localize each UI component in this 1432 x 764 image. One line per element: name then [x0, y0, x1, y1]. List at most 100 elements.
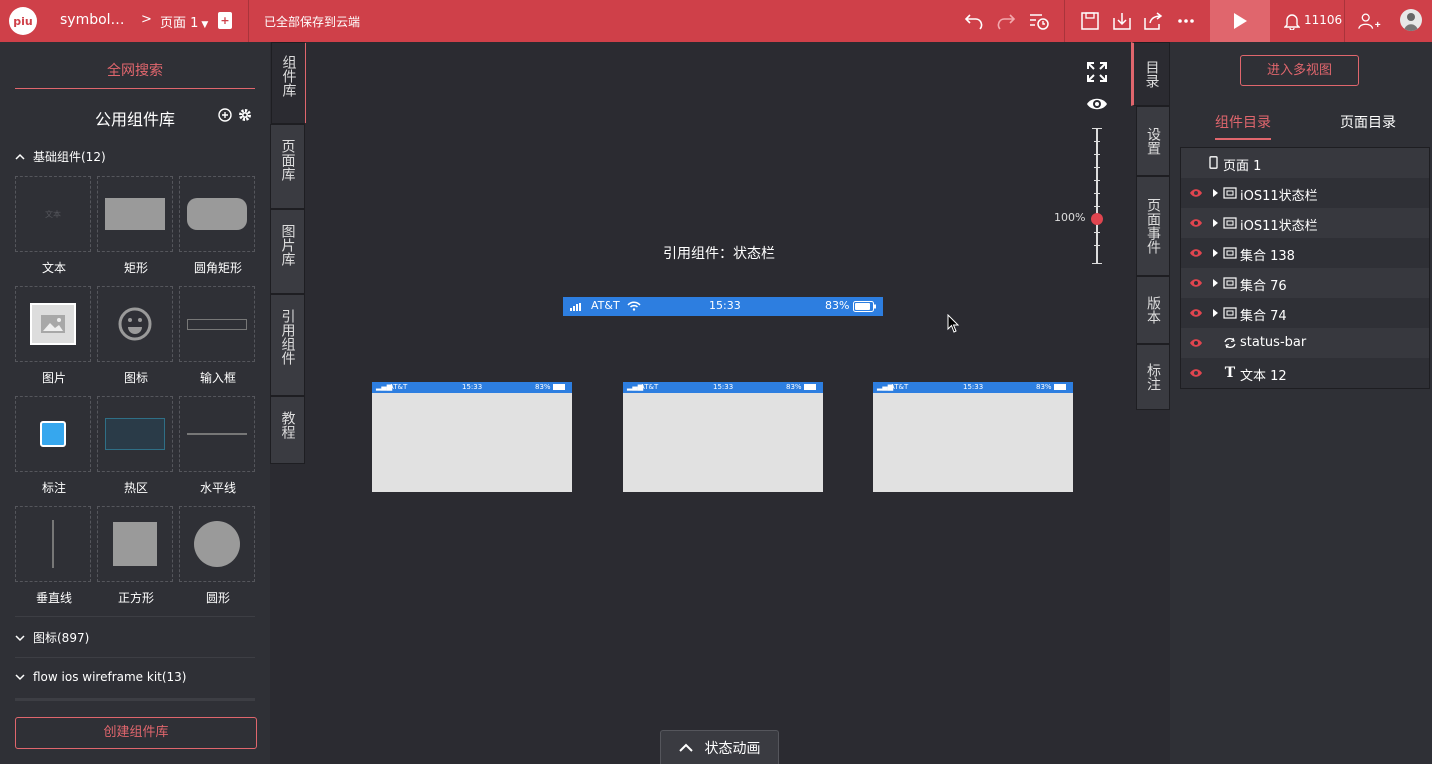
- eye-icon[interactable]: [1189, 308, 1203, 318]
- tab-page-library[interactable]: 页面库: [270, 124, 305, 209]
- smiley-icon: [118, 307, 152, 341]
- tab-component-outline[interactable]: 组件目录: [1215, 112, 1271, 140]
- tab-settings[interactable]: 设置: [1136, 106, 1170, 176]
- square-icon: [113, 522, 157, 566]
- tab-page-events[interactable]: 页面事件: [1136, 176, 1170, 276]
- fullscreen-icon[interactable]: [1087, 62, 1107, 82]
- avatar[interactable]: [1400, 9, 1422, 31]
- tree-row[interactable]: 集合 138: [1181, 238, 1429, 268]
- eye-icon[interactable]: [1086, 96, 1108, 112]
- tree-row[interactable]: iOS11状态栏: [1181, 178, 1429, 208]
- battery-icon: [804, 384, 816, 390]
- eye-icon[interactable]: [1189, 188, 1203, 198]
- tree-label: 集合 76: [1240, 279, 1287, 294]
- chevron-up-icon: [678, 743, 693, 752]
- gear-icon[interactable]: [238, 108, 252, 122]
- tab-ref-components[interactable]: 引用组件: [270, 294, 305, 396]
- multi-view-button[interactable]: 进入多视图: [1240, 55, 1359, 86]
- add-circle-icon[interactable]: [218, 108, 232, 122]
- add-member-icon[interactable]: [1358, 9, 1382, 33]
- scrollbar[interactable]: [15, 698, 255, 701]
- hotspot-icon: [105, 418, 165, 450]
- tab-outline[interactable]: 目录: [1131, 42, 1170, 106]
- component-icon[interactable]: 图标: [97, 286, 173, 385]
- state-frame-2[interactable]: ▂▄▆ AT&T 15:33 83%: [623, 382, 823, 492]
- undo-icon[interactable]: [962, 9, 986, 33]
- status-bar-mini: ▂▄▆ AT&T 15:33 83%: [372, 382, 572, 393]
- tree-row[interactable]: T 文本 12: [1181, 358, 1429, 388]
- component-square[interactable]: 正方形: [97, 506, 173, 605]
- create-library-button[interactable]: 创建组件库: [15, 717, 257, 749]
- eye-icon[interactable]: [1189, 278, 1203, 288]
- app-logo[interactable]: piu: [9, 7, 37, 35]
- tab-tutorial[interactable]: 教程: [270, 396, 305, 464]
- tab-component-library[interactable]: 组件库: [271, 42, 308, 124]
- expand-arrow-icon[interactable]: [1213, 279, 1218, 287]
- state-frame-3[interactable]: ▂▄▆ AT&T 15:33 83%: [873, 382, 1073, 492]
- rect-icon: [105, 198, 165, 230]
- component-image[interactable]: 图片: [15, 286, 91, 385]
- component-hotspot[interactable]: 热区: [97, 396, 173, 495]
- basic-components-section[interactable]: 基础组件(12): [15, 148, 255, 165]
- eye-icon[interactable]: [1189, 218, 1203, 228]
- component-rounded-rect[interactable]: 圆角矩形: [179, 176, 255, 275]
- chevron-down-icon: [15, 674, 25, 681]
- tab-annotations[interactable]: 标注: [1136, 344, 1170, 410]
- share-icon[interactable]: [1142, 9, 1166, 33]
- group-icon: [1223, 187, 1237, 199]
- more-icon[interactable]: [1174, 9, 1198, 33]
- icons-section[interactable]: 图标(897): [15, 629, 255, 646]
- tree-row-page[interactable]: 页面 1: [1181, 148, 1429, 178]
- component-circle[interactable]: 圆形: [179, 506, 255, 605]
- tree-row[interactable]: status-bar: [1181, 328, 1429, 358]
- component-input[interactable]: 输入框: [179, 286, 255, 385]
- tab-image-library[interactable]: 图片库: [270, 209, 305, 294]
- wifi-icon: [627, 301, 641, 311]
- component-vline[interactable]: 垂直线: [15, 506, 91, 605]
- battery-icon: [853, 301, 876, 312]
- status-bar-symbol[interactable]: AT&T 15:33 83%: [563, 297, 883, 316]
- component-rect[interactable]: 矩形: [97, 176, 173, 275]
- project-name[interactable]: symbol…: [60, 12, 125, 28]
- component-text[interactable]: 文本 文本: [15, 176, 91, 275]
- page-selector[interactable]: 页面 1 ▼: [160, 12, 208, 31]
- zoom-tick: [1094, 232, 1100, 233]
- tree-row[interactable]: iOS11状态栏: [1181, 208, 1429, 238]
- component-label: 矩形: [123, 261, 148, 275]
- global-search-tab[interactable]: 全网搜索: [15, 60, 255, 89]
- tree-label: 文本 12: [1240, 369, 1287, 384]
- add-page-icon[interactable]: +: [218, 12, 232, 29]
- download-icon[interactable]: [1110, 9, 1134, 33]
- notification-count[interactable]: 11106: [1304, 13, 1342, 27]
- state-animation-tab[interactable]: 状态动画: [660, 730, 779, 764]
- flow-kit-section[interactable]: flow ios wireframe kit(13): [15, 670, 255, 684]
- save-icon[interactable]: [1078, 9, 1102, 33]
- component-label: 图标: [123, 371, 148, 385]
- component-label: 水平线: [199, 481, 236, 495]
- eye-icon[interactable]: [1189, 248, 1203, 258]
- tree-row[interactable]: 集合 74: [1181, 298, 1429, 328]
- component-annotation[interactable]: 标注: [15, 396, 91, 495]
- zoom-slider-handle[interactable]: [1091, 213, 1103, 225]
- input-icon: [187, 318, 247, 330]
- tab-versions[interactable]: 版本: [1136, 276, 1170, 344]
- expand-arrow-icon[interactable]: [1213, 189, 1218, 197]
- redo-icon[interactable]: [994, 9, 1018, 33]
- preview-play-button[interactable]: [1210, 0, 1270, 42]
- zoom-slider-track[interactable]: [1096, 128, 1098, 264]
- component-label: 图片: [41, 371, 66, 385]
- tab-page-outline[interactable]: 页面目录: [1340, 112, 1396, 132]
- history-icon[interactable]: [1027, 9, 1051, 33]
- zoom-tick: [1094, 193, 1100, 194]
- component-hline[interactable]: 水平线: [179, 396, 255, 495]
- expand-arrow-icon[interactable]: [1213, 219, 1218, 227]
- tree-label: 集合 74: [1240, 309, 1287, 324]
- circle-icon: [194, 521, 240, 567]
- tree-row[interactable]: 集合 76: [1181, 268, 1429, 298]
- expand-arrow-icon[interactable]: [1213, 309, 1218, 317]
- eye-icon[interactable]: [1189, 338, 1203, 348]
- state-frame-1[interactable]: ▂▄▆ AT&T 15:33 83%: [372, 382, 572, 492]
- eye-icon[interactable]: [1189, 368, 1203, 378]
- expand-arrow-icon[interactable]: [1213, 249, 1218, 257]
- bell-icon[interactable]: [1280, 9, 1304, 33]
